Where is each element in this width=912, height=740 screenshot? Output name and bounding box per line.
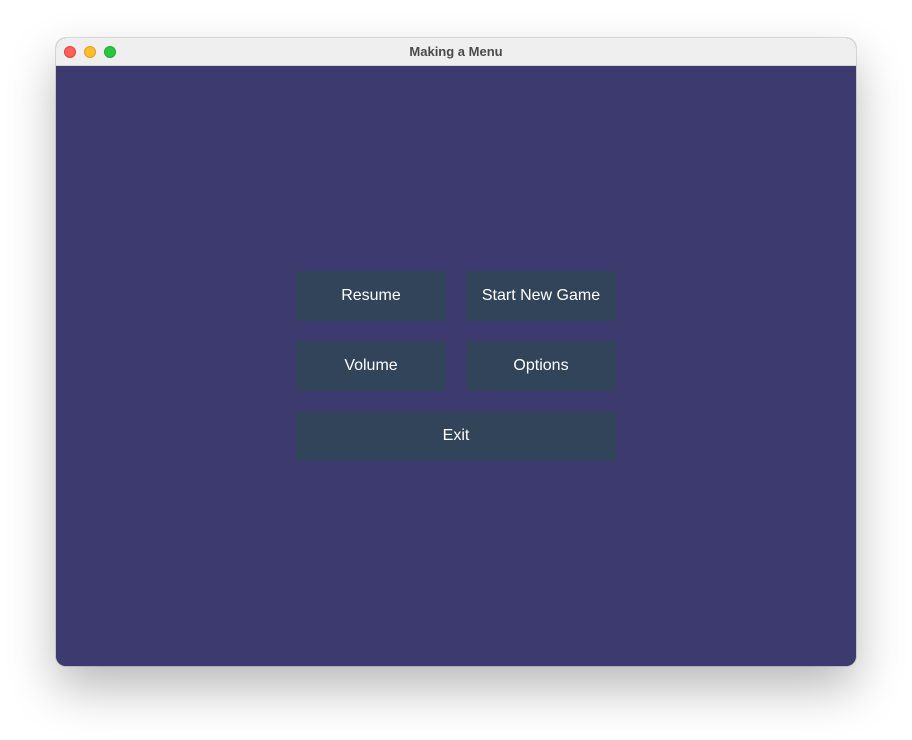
game-canvas: Resume Start New Game Volume Options Exi… bbox=[56, 66, 856, 666]
title-bar[interactable]: Making a Menu bbox=[56, 38, 856, 66]
window-title: Making a Menu bbox=[409, 44, 503, 59]
exit-button[interactable]: Exit bbox=[296, 411, 616, 461]
options-button[interactable]: Options bbox=[466, 341, 616, 391]
resume-button[interactable]: Resume bbox=[296, 271, 446, 321]
start-new-game-button[interactable]: Start New Game bbox=[466, 271, 616, 321]
app-window: Making a Menu Resume Start New Game Volu… bbox=[56, 38, 856, 666]
volume-button[interactable]: Volume bbox=[296, 341, 446, 391]
